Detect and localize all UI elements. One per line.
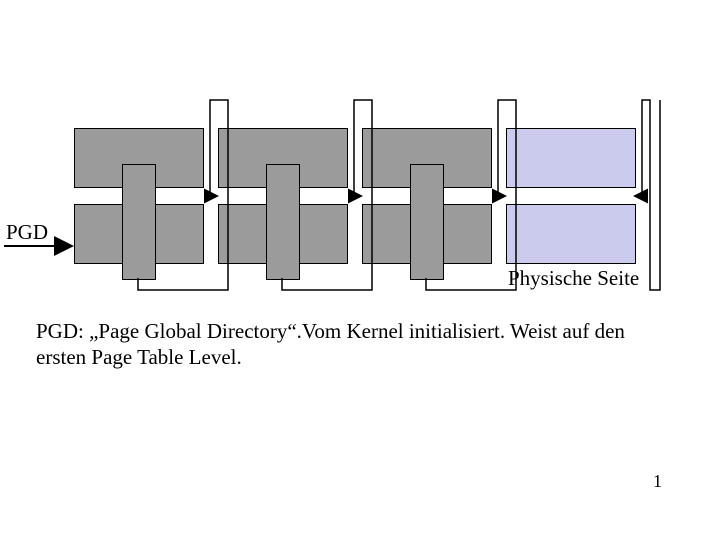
description-text: PGD: „Page Global Directory“.Vom Kernel … bbox=[36, 318, 676, 371]
pgd-label: PGD bbox=[6, 220, 48, 245]
phys-page-label: Physische Seite bbox=[508, 266, 639, 291]
page-number: 1 bbox=[653, 471, 662, 492]
phys-lower-block bbox=[506, 204, 636, 264]
pud-entry-bar bbox=[266, 164, 300, 280]
pmd-entry-bar bbox=[410, 164, 444, 280]
page-table-diagram: PGD Physische Seite bbox=[0, 0, 720, 320]
phys-upper-block bbox=[506, 128, 636, 188]
pgd-entry-bar bbox=[122, 164, 156, 280]
